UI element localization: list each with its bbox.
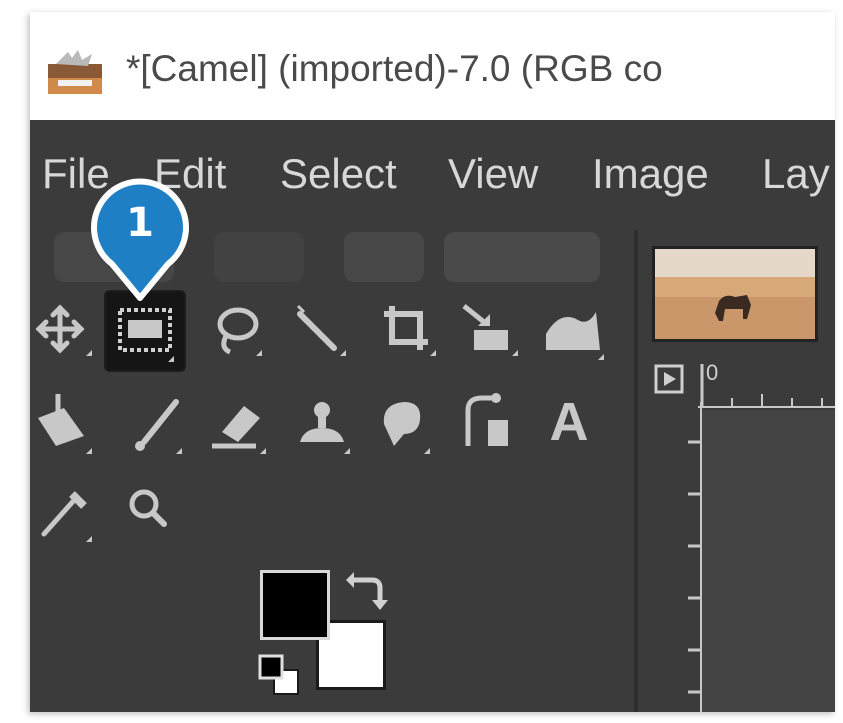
transform-icon[interactable] — [450, 292, 528, 370]
free-select-icon[interactable] — [200, 292, 278, 370]
default-colors-icon[interactable] — [256, 652, 302, 698]
gimp-app-icon — [48, 50, 102, 94]
clone-icon[interactable] — [284, 384, 362, 462]
image-canvas[interactable] — [702, 410, 835, 712]
menu-image[interactable]: Image — [592, 150, 709, 198]
foreground-color-swatch[interactable] — [260, 570, 330, 640]
crop-icon[interactable] — [370, 292, 448, 370]
menu-view[interactable]: View — [448, 150, 538, 198]
warp-icon[interactable] — [536, 292, 614, 370]
smudge-icon[interactable] — [364, 384, 442, 462]
move-tool-icon[interactable] — [30, 292, 108, 370]
paths-icon[interactable] — [450, 384, 528, 462]
panel-divider — [634, 230, 638, 712]
svg-text:A: A — [550, 392, 589, 452]
fuzzy-select-icon[interactable] — [284, 292, 362, 370]
ruler-toggle-icon[interactable] — [654, 364, 684, 394]
color-picker-icon[interactable] — [30, 472, 108, 550]
image-thumbnail[interactable] — [652, 246, 818, 342]
eraser-icon[interactable] — [200, 384, 278, 462]
menu-select[interactable]: Select — [280, 150, 397, 198]
swap-colors-icon[interactable] — [346, 570, 390, 614]
window-title: *[Camel] (imported)-7.0 (RGB co — [126, 48, 663, 89]
menu-layer[interactable]: Lay — [762, 150, 830, 198]
screenshot-frame: *[Camel] (imported)-7.0 (RGB co File Edi… — [30, 12, 835, 712]
horizontal-ruler[interactable]: 0 — [698, 360, 835, 408]
title-bar: *[Camel] (imported)-7.0 (RGB co — [30, 12, 835, 120]
paintbrush-icon[interactable] — [120, 384, 198, 462]
step-number: 1 — [126, 200, 154, 246]
rectangle-select-icon[interactable] — [106, 292, 184, 370]
step-callout-badge: 1 — [88, 172, 192, 302]
zoom-icon[interactable] — [108, 472, 186, 550]
vertical-ruler[interactable] — [652, 402, 702, 712]
text-icon[interactable]: A — [530, 384, 608, 462]
bucket-fill-icon[interactable] — [30, 384, 108, 462]
